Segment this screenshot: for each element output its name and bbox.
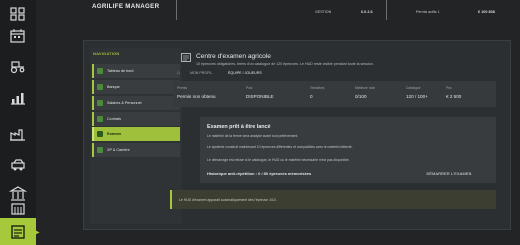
exam-info-line: Le démarrage est refusé si le catalogue,…	[207, 158, 350, 162]
nav-item-label: Banque	[107, 85, 120, 89]
stat-label: Permis	[177, 86, 187, 90]
nav-item-salaires[interactable]: Salaires & Personnel	[92, 96, 180, 110]
app-title: AGRILIFE MANAGER	[92, 3, 160, 10]
vehicle-icon[interactable]	[8, 157, 28, 173]
nav-item-contrats[interactable]: Contrats	[92, 112, 180, 126]
warehouse-icon[interactable]	[8, 200, 28, 216]
stat-label: Prix	[446, 86, 452, 90]
chevron-right-icon: ▶	[35, 230, 40, 236]
header-stat-value: € 100 808	[478, 10, 495, 14]
nav-item-tableau-de-bord[interactable]: Tableau de bord	[92, 64, 180, 78]
contract-icon	[97, 116, 103, 122]
stat-value: Permis non obtenu	[177, 94, 216, 99]
profile-icon: ⌂	[177, 70, 181, 76]
stat-label: Meilleure note	[355, 86, 376, 90]
header-divider	[386, 0, 387, 20]
exam-info-line: Le système construit maintenant 10 épreu…	[207, 145, 353, 149]
nav-item-xp-carriere[interactable]: XP & Carrière	[92, 143, 180, 157]
exam-icon	[97, 131, 103, 137]
nav-item-label: Tableau de bord	[107, 69, 134, 73]
header-stat-value: 6.0.2.6	[361, 10, 373, 14]
nav-item-banque[interactable]: Banque	[92, 80, 180, 94]
stat-value: 0	[310, 94, 313, 99]
nav-item-label: Salaires & Personnel	[107, 101, 142, 105]
dashboard-icon	[97, 68, 103, 74]
nav-item-label: Examen	[107, 132, 122, 136]
nav-item-label: XP & Carrière	[107, 148, 130, 152]
page-title: Centre d'examen agricole	[196, 53, 271, 60]
exam-info-line: Le matériel de la ferme sera analysé ava…	[207, 134, 299, 138]
icon-rail: ▶	[0, 0, 40, 245]
nav-header: NAVIGATION	[93, 51, 120, 56]
tab-mon-profil[interactable]: MON PROFIL	[190, 71, 212, 75]
career-icon	[97, 147, 103, 153]
stat-label: Pool	[246, 86, 253, 90]
tractor-icon[interactable]	[8, 58, 28, 74]
anti-repeat-history: Historique anti-répétition : 0 / 80 épre…	[207, 171, 312, 176]
nav-item-examen[interactable]: Examen	[92, 127, 180, 141]
stat-value: 120 / 100+	[406, 94, 428, 99]
page-subtitle: 10 épreuves obligatoires, tirées d'un ca…	[196, 62, 374, 66]
exam-icon[interactable]	[0, 218, 36, 245]
factory-icon[interactable]	[8, 126, 28, 142]
hud-note-text: Le HUD d'examen apparaît automatiquement…	[179, 198, 277, 202]
calendar-icon[interactable]	[8, 28, 28, 44]
stat-label: Catalogue	[406, 86, 421, 90]
header-stat-label: Permis actifs 1	[416, 10, 440, 14]
start-exam-button[interactable]: DÉMARRER L'EXAMEN	[410, 169, 488, 179]
exam-center-icon	[181, 53, 191, 62]
bank-icon	[97, 84, 103, 90]
header-divider	[176, 0, 177, 20]
stat-label: Tentatives	[310, 86, 325, 90]
grid-icon[interactable]	[8, 6, 28, 22]
stat-value: 0/100	[355, 94, 367, 99]
stat-value: DISPONIBLE	[246, 94, 274, 99]
chart-icon[interactable]	[8, 90, 28, 106]
tab-equipe-joueurs[interactable]: ÉQUIPE / JOUEURS	[228, 71, 262, 75]
stat-value: € 2 500	[446, 94, 462, 99]
header-stat-label: GESTION	[315, 10, 332, 14]
staff-icon	[97, 100, 103, 106]
nav-item-label: Contrats	[107, 117, 121, 121]
exam-ready-title: Examen prêt à être lancé	[207, 124, 271, 130]
